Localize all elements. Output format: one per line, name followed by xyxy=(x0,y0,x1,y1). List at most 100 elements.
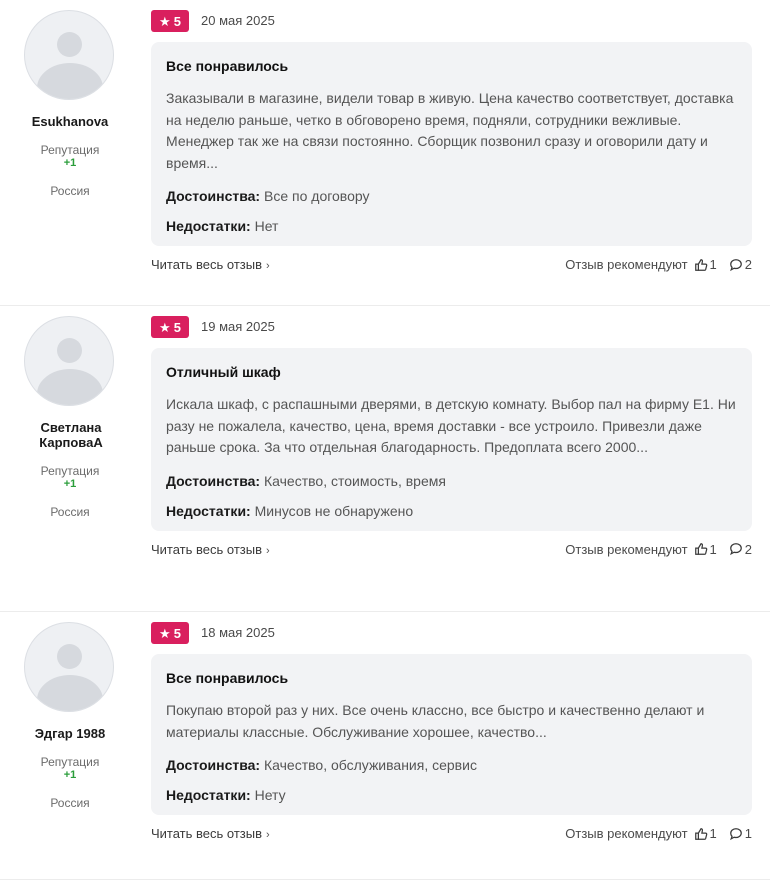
author-name[interactable]: Светлана КарповаА xyxy=(0,420,140,450)
read-more-label: Читать весь отзыв xyxy=(151,257,263,272)
review-meta: ★ 5 20 мая 2025 xyxy=(151,0,752,42)
review-meta: ★ 5 19 мая 2025 xyxy=(151,306,752,348)
recommend-label: Отзыв рекомендуют xyxy=(565,257,688,272)
review-pros: Достоинства: Качество, стоимость, время xyxy=(166,473,737,489)
review-pros: Достоинства: Качество, обслуживания, сер… xyxy=(166,757,737,773)
reputation-value: +1 xyxy=(63,157,77,169)
author-country: Россия xyxy=(50,505,90,519)
review-content: ★ 5 18 мая 2025 Все понравилось Покупаю … xyxy=(151,612,752,853)
reputation-value: +1 xyxy=(63,769,77,781)
pros-label: Достоинства: xyxy=(166,188,261,204)
review-author: Светлана КарповаА Репутация +1 Россия xyxy=(0,306,140,519)
rating-value: 5 xyxy=(173,13,181,29)
review-item: Esukhanova Репутация +1 Россия ★ 5 20 ма… xyxy=(0,0,770,306)
chevron-right-icon: › xyxy=(266,260,270,272)
comment-count: 2 xyxy=(744,541,752,557)
pros-label: Достоинства: xyxy=(166,472,261,489)
thumbs-up-icon xyxy=(694,258,707,271)
review-pros: Достоинства: Все по договору xyxy=(166,188,737,204)
author-country: Россия xyxy=(50,796,90,810)
review-date: 18 мая 2025 xyxy=(201,625,275,640)
read-more-link[interactable]: Читать весь отзыв › xyxy=(151,257,270,272)
avatar[interactable] xyxy=(24,622,114,712)
read-more-link[interactable]: Читать весь отзыв › xyxy=(151,542,270,557)
author-name[interactable]: Esukhanova xyxy=(0,114,140,129)
review-footer: Читать весь отзыв › Отзыв рекомендуют 1 1 xyxy=(151,815,752,853)
review-content: ★ 5 19 мая 2025 Отличный шкаф Искала шка… xyxy=(151,306,752,569)
pros-text: Качество, обслуживания, сервис xyxy=(264,757,477,773)
like-count: 1 xyxy=(709,541,717,557)
recommend-block: Отзыв рекомендуют 1 1 xyxy=(565,826,752,841)
recommend-block: Отзыв рекомендуют 1 2 xyxy=(565,542,752,557)
comment-button[interactable]: 1 xyxy=(729,826,752,841)
chevron-right-icon: › xyxy=(266,829,270,841)
star-icon: ★ xyxy=(159,319,171,335)
like-button[interactable]: 1 xyxy=(694,542,717,557)
review-author: Esukhanova Репутация +1 Россия xyxy=(0,0,140,198)
reputation-label: Репутация xyxy=(40,464,100,478)
review-cons: Недостатки: Нету xyxy=(166,787,737,803)
star-icon: ★ xyxy=(159,625,171,641)
review-card: Все понравилось Заказывали в магазине, в… xyxy=(151,42,752,246)
star-icon: ★ xyxy=(159,13,171,29)
reputation-label: Репутация xyxy=(40,755,100,769)
review-footer: Читать весь отзыв › Отзыв рекомендуют 1 2 xyxy=(151,531,752,569)
thumbs-up-icon xyxy=(694,827,707,840)
like-count: 1 xyxy=(709,826,717,841)
review-card: Отличный шкаф Искала шкаф, с распашными … xyxy=(151,348,752,531)
comment-bubble-icon xyxy=(729,543,742,556)
comment-count: 2 xyxy=(744,257,752,272)
review-author: Эдгар 1988 Репутация +1 Россия xyxy=(0,612,140,810)
comment-button[interactable]: 2 xyxy=(729,257,752,272)
review-date: 19 мая 2025 xyxy=(201,319,275,334)
cons-label: Недостатки: xyxy=(166,218,251,234)
review-title: Все понравилось xyxy=(166,58,289,74)
avatar[interactable] xyxy=(24,316,114,406)
chevron-right-icon: › xyxy=(266,544,270,557)
like-button[interactable]: 1 xyxy=(694,826,717,841)
comment-bubble-icon xyxy=(729,258,742,271)
reputation-value: +1 xyxy=(63,478,77,490)
rating-badge: ★ 5 xyxy=(151,316,189,338)
read-more-label: Читать весь отзыв xyxy=(151,826,263,841)
cons-text: Нет xyxy=(254,218,279,234)
author-name[interactable]: Эдгар 1988 xyxy=(0,726,140,741)
cons-label: Недостатки: xyxy=(166,502,251,519)
comment-count: 1 xyxy=(744,826,752,841)
review-footer: Читать весь отзыв › Отзыв рекомендуют 1 2 xyxy=(151,246,752,284)
review-content: ★ 5 20 мая 2025 Все понравилось Заказыва… xyxy=(151,0,752,284)
review-text: Заказывали в магазине, видели товар в жи… xyxy=(166,90,734,171)
reputation-label: Репутация xyxy=(40,143,100,157)
recommend-block: Отзыв рекомендуют 1 2 xyxy=(565,257,752,272)
review-cons: Недостатки: Нет xyxy=(166,218,737,234)
review-date: 20 мая 2025 xyxy=(201,13,275,28)
pros-label: Достоинства: xyxy=(166,757,261,773)
review-text: Искала шкаф, с распашными дверями, в дет… xyxy=(166,396,736,455)
pros-text: Все по договору xyxy=(264,188,370,204)
review-text: Покупаю второй раз у них. Все очень клас… xyxy=(166,702,705,740)
cons-label: Недостатки: xyxy=(166,787,251,803)
recommend-label: Отзыв рекомендуют xyxy=(565,826,688,841)
like-count: 1 xyxy=(709,257,717,272)
rating-value: 5 xyxy=(173,625,181,641)
review-item: Светлана КарповаА Репутация +1 Россия ★ … xyxy=(0,306,770,612)
read-more-link[interactable]: Читать весь отзыв › xyxy=(151,826,270,841)
rating-value: 5 xyxy=(173,319,181,335)
avatar[interactable] xyxy=(24,10,114,100)
thumbs-up-icon xyxy=(694,543,707,555)
recommend-label: Отзыв рекомендуют xyxy=(565,541,688,557)
rating-badge: ★ 5 xyxy=(151,10,189,32)
like-button[interactable]: 1 xyxy=(694,257,717,272)
review-card: Все понравилось Покупаю второй раз у них… xyxy=(151,654,752,815)
comment-button[interactable]: 2 xyxy=(729,542,752,557)
review-title: Отличный шкаф xyxy=(166,364,281,380)
review-title: Все понравилось xyxy=(166,670,289,686)
read-more-label: Читать весь отзыв xyxy=(151,541,263,557)
review-item: Эдгар 1988 Репутация +1 Россия ★ 5 18 ма… xyxy=(0,612,770,880)
pros-text: Качество, стоимость, время xyxy=(264,472,446,489)
author-country: Россия xyxy=(50,184,90,198)
cons-text: Минусов не обнаружено xyxy=(254,502,414,519)
rating-badge: ★ 5 xyxy=(151,622,189,644)
review-meta: ★ 5 18 мая 2025 xyxy=(151,612,752,654)
comment-bubble-icon xyxy=(729,827,742,840)
